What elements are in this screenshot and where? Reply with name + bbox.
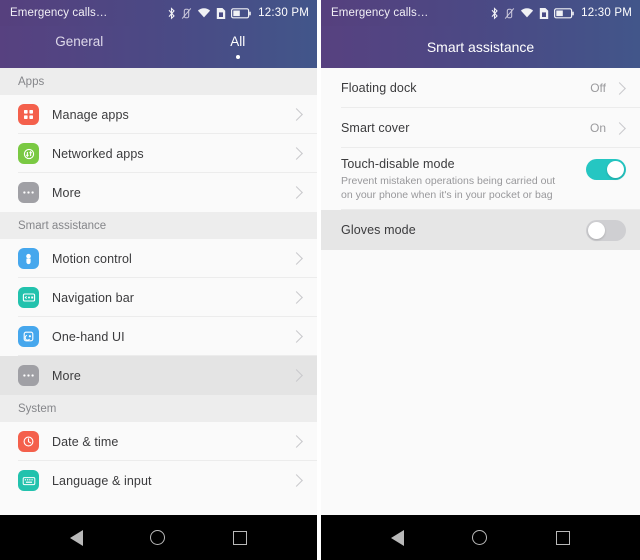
setting-label: Touch-disable mode — [341, 157, 455, 171]
setting-texts: Gloves mode — [341, 223, 586, 237]
recents-square-icon[interactable] — [555, 530, 570, 545]
setting-description: Prevent mistaken operations being carrie… — [341, 175, 556, 202]
recents-square-icon[interactable] — [233, 530, 248, 545]
one-hand-icon — [18, 326, 39, 347]
sim-card-icon — [539, 7, 549, 19]
list-item-label: Language & input — [52, 473, 152, 488]
ellipsis-icon — [18, 365, 39, 386]
right-phone-screen: Emergency calls… 12:30 PM Smart assistan… — [321, 0, 640, 560]
tab-general[interactable]: General — [0, 26, 159, 68]
list-item-networked-apps[interactable]: Networked apps — [0, 134, 317, 173]
status-bar-icons: 12:30 PM — [167, 6, 309, 20]
chevron-right-icon — [290, 186, 303, 199]
list-item-label: One-hand UI — [52, 329, 125, 344]
list-item-label: More — [52, 368, 81, 383]
status-bar-left: Emergency calls… 12:30 PM — [0, 0, 317, 26]
status-bar-carrier-text: Emergency calls… — [331, 7, 429, 19]
system-navigation-bar-right — [321, 515, 640, 560]
status-bar-clock: 12:30 PM — [258, 7, 309, 19]
section-header-apps: Apps — [0, 68, 317, 95]
wifi-icon — [521, 8, 534, 18]
bluetooth-icon — [168, 6, 175, 20]
setting-row-smart-cover[interactable]: Smart cover On — [321, 108, 640, 148]
chevron-right-icon — [613, 81, 626, 95]
setting-texts: Touch-disable mode Prevent mistaken oper… — [341, 155, 586, 202]
tab-bar: General All — [0, 26, 317, 68]
hand-gesture-icon — [18, 248, 39, 269]
setting-label: Smart cover — [341, 121, 410, 135]
setting-texts: Smart cover — [341, 121, 590, 135]
list-item-apps-more[interactable]: More — [0, 173, 317, 212]
setting-value: On — [589, 121, 606, 135]
chevron-right-icon — [290, 369, 303, 382]
bluetooth-icon — [491, 6, 498, 20]
toggle-knob — [588, 221, 605, 239]
page-header: Smart assistance — [321, 26, 640, 68]
keyboard-icon — [18, 470, 39, 491]
settings-list: Apps Manage apps Networked apps More Sma… — [0, 68, 317, 515]
wifi-icon — [198, 8, 211, 18]
chevron-right-icon — [290, 291, 303, 304]
setting-row-floating-dock[interactable]: Floating dock Off — [321, 68, 640, 108]
sim-card-icon — [216, 7, 226, 19]
setting-row-gloves-mode[interactable]: Gloves mode — [321, 210, 640, 251]
list-item-label: More — [52, 185, 81, 200]
chevron-right-icon — [290, 252, 303, 265]
ellipsis-icon — [18, 182, 39, 203]
list-item-label: Motion control — [52, 251, 132, 266]
status-bar-clock: 12:30 PM — [581, 7, 632, 19]
battery-icon — [554, 7, 574, 18]
touch-disable-mode-toggle[interactable] — [586, 159, 626, 180]
list-item-label: Networked apps — [52, 146, 144, 161]
back-triangle-icon[interactable] — [69, 529, 83, 546]
home-circle-icon[interactable] — [472, 530, 488, 545]
grid-apps-icon — [18, 104, 39, 125]
left-phone-screen: Emergency calls… 12:30 PM General All Ap… — [0, 0, 319, 560]
chevron-right-icon — [290, 330, 303, 343]
list-item-language-input[interactable]: Language & input — [0, 461, 317, 500]
dual-screenshot-container: Emergency calls… 12:30 PM General All Ap… — [0, 0, 640, 560]
gloves-mode-toggle[interactable] — [586, 219, 626, 241]
tab-all[interactable]: All — [159, 26, 318, 68]
network-arrows-icon — [18, 143, 39, 164]
system-navigation-bar-left — [0, 515, 317, 560]
list-item-manage-apps[interactable]: Manage apps — [0, 95, 317, 134]
setting-label: Floating dock — [341, 81, 417, 95]
smart-assistance-settings-list: Floating dock Off Smart cover On Touch-d… — [321, 68, 640, 515]
battery-icon — [231, 7, 251, 18]
list-item-one-hand-ui[interactable]: One-hand UI — [0, 317, 317, 356]
list-item-smart-assistance-more[interactable]: More — [0, 356, 317, 395]
tab-general-label: General — [55, 34, 104, 50]
clock-icon — [18, 431, 39, 452]
setting-texts: Floating dock — [341, 81, 590, 95]
vibrate-icon — [504, 7, 515, 19]
chevron-right-icon — [290, 474, 303, 487]
home-circle-icon[interactable] — [150, 530, 166, 545]
chevron-right-icon — [613, 121, 626, 135]
toggle-knob — [607, 161, 624, 178]
list-item-label: Manage apps — [52, 107, 129, 122]
page-title: Smart assistance — [426, 39, 535, 55]
back-triangle-icon[interactable] — [391, 529, 405, 546]
section-header-system: System — [0, 395, 317, 422]
status-bar-carrier-text: Emergency calls… — [10, 7, 108, 19]
setting-label: Gloves mode — [341, 223, 416, 238]
status-bar-icons: 12:30 PM — [490, 6, 632, 20]
chevron-right-icon — [290, 435, 303, 448]
vibrate-icon — [181, 7, 192, 19]
setting-value: Off — [590, 81, 606, 95]
chevron-right-icon — [290, 147, 303, 160]
list-item-motion-control[interactable]: Motion control — [0, 239, 317, 278]
chevron-right-icon — [290, 108, 303, 121]
list-item-label: Date & time — [52, 434, 119, 449]
list-item-navigation-bar[interactable]: Navigation bar — [0, 278, 317, 317]
section-header-smart-assistance: Smart assistance — [0, 212, 317, 239]
tab-all-label: All — [230, 34, 246, 50]
list-item-date-time[interactable]: Date & time — [0, 422, 317, 461]
status-bar-right: Emergency calls… 12:30 PM — [321, 0, 640, 26]
navigation-bar-icon — [18, 287, 39, 308]
setting-row-touch-disable-mode[interactable]: Touch-disable mode Prevent mistaken oper… — [321, 148, 640, 211]
tab-all-indicator — [235, 54, 240, 59]
list-item-label: Navigation bar — [52, 290, 135, 305]
